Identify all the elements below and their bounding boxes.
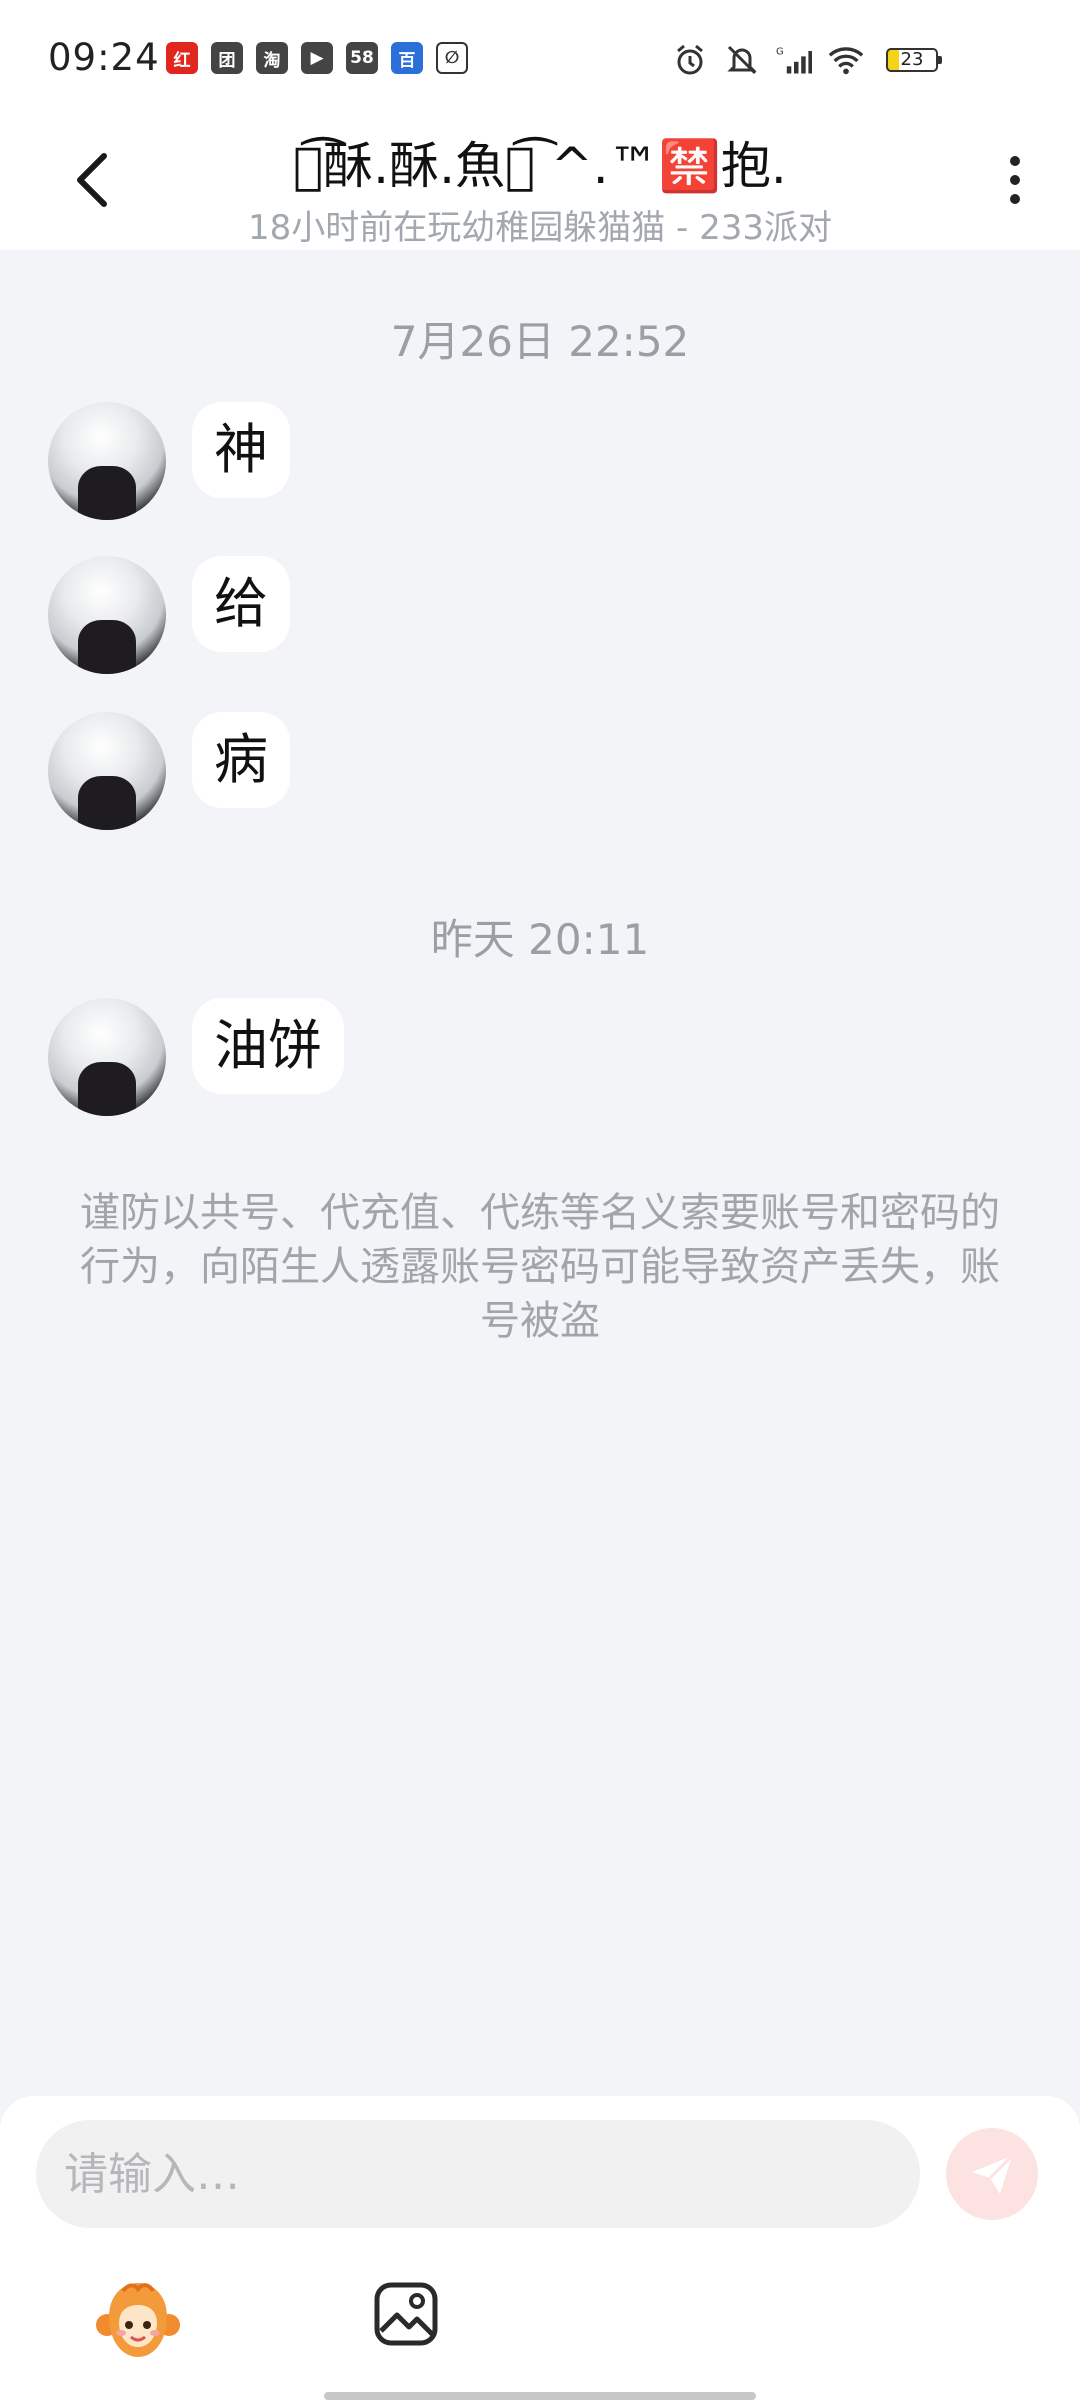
app-icon: ∅ — [436, 42, 468, 74]
message-input[interactable] — [36, 2120, 920, 2228]
emoji-button[interactable] — [90, 2274, 186, 2370]
58-icon: 58 — [346, 42, 378, 74]
more-dot — [1010, 156, 1020, 166]
more-options-button[interactable] — [990, 150, 1040, 210]
send-icon — [972, 2154, 1014, 2194]
status-time: 09:24 — [48, 36, 160, 79]
chat-header: ㄣ͡酥.酥.魚ぎ͡ ^.™🈲抱. 18小时前在玩幼稚园躲猫猫 - 233派对 — [0, 120, 1080, 250]
baidu-icon: 百 — [391, 42, 423, 74]
signal-icon: G — [776, 42, 812, 78]
home-indicator[interactable] — [324, 2392, 756, 2400]
taobao-icon: 淘 — [256, 42, 288, 74]
avatar[interactable] — [48, 556, 166, 674]
input-bar — [0, 2096, 1080, 2408]
mute-icon — [724, 42, 760, 78]
alarm-icon — [672, 42, 708, 78]
xiaohongshu-icon: 红 — [166, 42, 198, 74]
back-button[interactable] — [62, 150, 122, 210]
message-bubble[interactable]: 给 — [192, 556, 290, 652]
video-icon: ▶ — [301, 42, 333, 74]
message-bubble[interactable]: 神 — [192, 402, 290, 498]
send-button[interactable] — [946, 2128, 1038, 2220]
chevron-left-icon — [77, 153, 107, 207]
meituan-icon: 团 — [211, 42, 243, 74]
monkey-emoji-icon — [96, 2283, 180, 2357]
avatar[interactable] — [48, 402, 166, 520]
more-dot — [1010, 194, 1020, 204]
message-bubble[interactable]: 病 — [192, 712, 290, 808]
avatar[interactable] — [48, 998, 166, 1116]
status-bar: 09:24 红 团 淘 ▶ 58 百 ∅ G 23 — [0, 0, 1080, 120]
battery-indicator: 23 — [886, 48, 942, 72]
notification-icons: 红 团 淘 ▶ 58 百 ∅ — [166, 42, 468, 80]
more-dot — [1010, 175, 1020, 185]
timestamp: 昨天 20:11 — [430, 915, 650, 964]
message-bubble[interactable]: 油饼 — [192, 998, 344, 1094]
contact-status[interactable]: 18小时前在玩幼稚园躲猫猫 - 233派对 — [160, 200, 920, 249]
svg-text:G: G — [776, 47, 784, 58]
status-indicators: G — [672, 40, 864, 80]
page-title: ㄣ͡酥.酥.魚ぎ͡ ^.™🈲抱. — [293, 137, 787, 195]
avatar[interactable] — [48, 712, 166, 830]
wifi-icon — [828, 42, 864, 78]
security-notice: 谨防以共号、代充值、代练等名义索要账号和密码的行为，向陌生人透露账号密码可能导致… — [80, 1190, 1000, 1344]
timestamp: 7月26日 22:52 — [390, 317, 690, 366]
image-picker-button[interactable] — [364, 2272, 448, 2356]
image-icon — [374, 2282, 438, 2346]
